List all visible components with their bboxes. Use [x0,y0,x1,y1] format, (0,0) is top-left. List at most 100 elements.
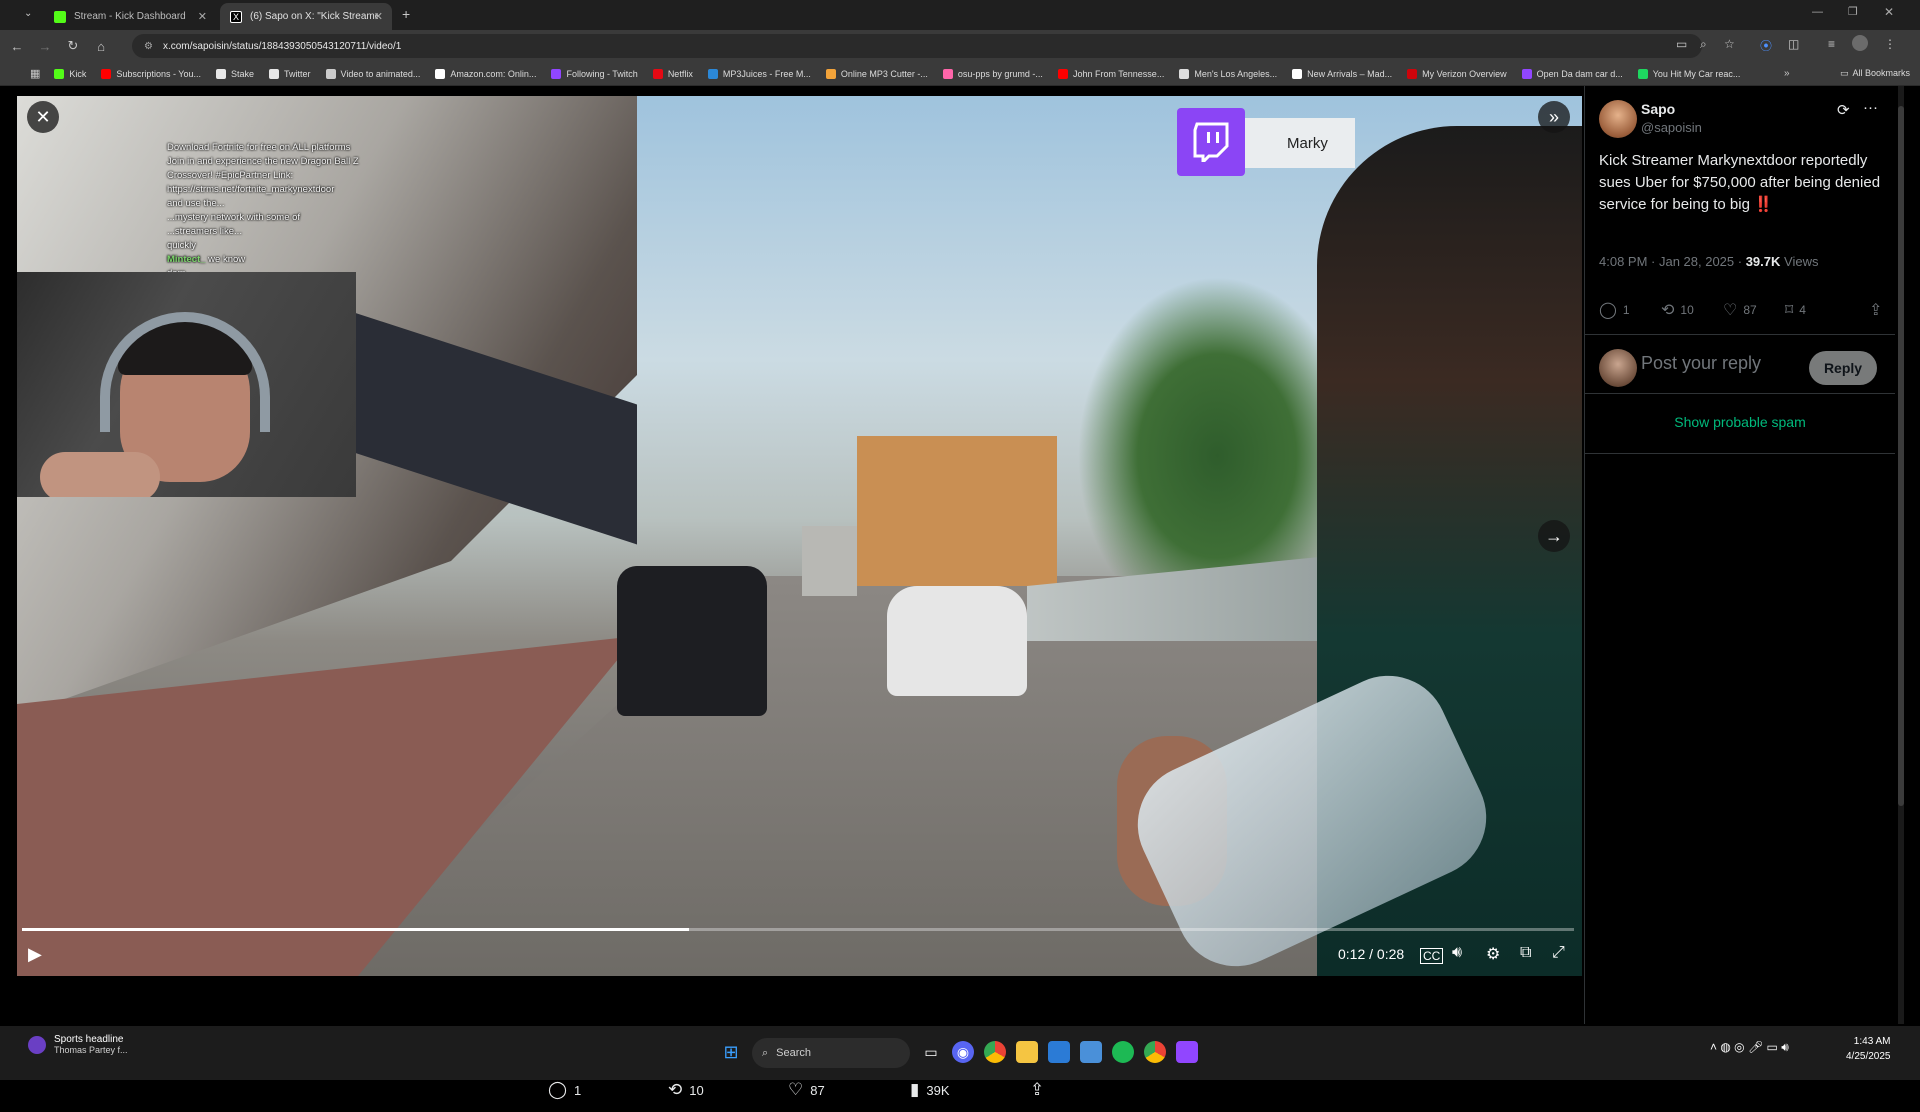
share-action[interactable]: ⇪ [1030,1080,1051,1100]
video-player[interactable]: Download Fortnite for free on ALL platfo… [17,96,1582,976]
puzzle-icon[interactable]: ◫ [1788,37,1799,51]
more-options-icon[interactable]: ··· [1863,99,1878,116]
collapse-sidebar-button[interactable]: » [1538,101,1570,133]
system-tray[interactable]: ˄ ◍ ◎ 🎤︎ ▭ 🔊︎ [1710,1040,1789,1055]
profile-avatar-icon[interactable] [1852,35,1868,51]
all-bookmarks-label: All Bookmarks [1852,68,1910,78]
sidebar-like-button[interactable]: ♡ 87 [1723,300,1757,320]
news-widget[interactable]: Sports headline Thomas Partey f... [28,1034,128,1055]
settings-gear-icon[interactable]: ⚙ [1486,944,1500,964]
bookmark-item[interactable]: Following - Twitch [551,68,638,79]
next-media-button[interactable]: → [1538,520,1570,552]
system-clock[interactable]: 1:43 AM 4/25/2025 [1846,1034,1891,1064]
bookmark-favicon-icon [825,68,836,79]
widget-title: Sports headline [54,1034,124,1045]
reload-icon[interactable]: ↻ [62,38,84,54]
back-icon[interactable]: ← [6,39,28,54]
restore-icon[interactable]: ❐ [1848,5,1858,18]
sidebar-scrollbar[interactable] [1898,86,1904,1024]
task-view-icon[interactable]: ▭ [920,1041,942,1063]
sidebar-repost-button[interactable]: ⟲ 10 [1661,300,1694,320]
scrollbar-thumb[interactable] [1898,106,1904,806]
windows-start-icon[interactable]: ⊞ [720,1041,742,1063]
sidebar-bookmark-button[interactable]: ⌑ 4 [1785,300,1806,320]
file-explorer-icon[interactable] [1016,1041,1038,1063]
taskbar-search[interactable]: ⌕ Search [752,1038,910,1068]
bookmark-item[interactable]: You Hit My Car reac... [1637,68,1740,79]
bookmark-item[interactable]: Open Da dam car d... [1521,68,1623,79]
video-progress-bar[interactable] [22,928,1574,931]
window-close-icon[interactable]: ✕ [1884,5,1894,19]
bookmark-item[interactable]: Online MP3 Cutter -... [825,68,928,79]
zoom-icon[interactable]: ⌕ [1700,37,1707,52]
play-icon[interactable]: ▶ [28,944,42,965]
grok-icon[interactable]: ⟳ [1837,101,1850,119]
reply-input[interactable]: Post your reply [1641,353,1761,374]
sidebar-share-button[interactable]: ⇪ [1869,300,1888,320]
picture-in-picture-icon[interactable]: ⧉ [1520,944,1531,962]
bookmark-label: Men's Los Angeles... [1194,68,1278,79]
close-icon[interactable]: ✕ [374,10,383,23]
menu-dots-icon[interactable]: ⋮ [1884,37,1896,51]
apps-grid-icon[interactable]: ▦ [30,67,40,80]
bookmark-item[interactable]: Netflix [652,68,693,79]
ring-app-icon[interactable] [1080,1041,1102,1063]
bookmark-item[interactable]: Amazon.com: Onlin... [435,68,536,79]
all-bookmarks[interactable]: ▭ All Bookmarks [1840,68,1910,79]
post-text: Kick Streamer Markynextdoor reportedly s… [1599,150,1885,216]
install-icon[interactable]: ▭ [1676,37,1687,51]
extension-icon[interactable]: ⦿ [1760,37,1772,54]
sidebar-repost-count: 10 [1680,303,1694,317]
bookmark-item[interactable]: Twitter [269,68,311,79]
reply-button[interactable]: Reply [1809,351,1877,385]
volume-icon[interactable]: 🔊︎ [1452,944,1462,962]
chrome-icon[interactable] [984,1041,1006,1063]
bookmark-item[interactable]: New Arrivals – Mad... [1292,68,1392,79]
repost-count: 10 [689,1082,704,1098]
show-spam-link[interactable]: Show probable spam [1585,414,1895,430]
views-action[interactable]: ▮ 39K [910,1080,950,1100]
chat-text: ...mystery network with some of [167,212,301,223]
author-avatar[interactable] [1599,100,1637,138]
bookmark-favicon-icon [1179,68,1190,79]
tab-search-icon[interactable]: ⌄ [24,8,32,19]
twitch-overlay-name: Marky [1245,118,1355,168]
repost-icon: ⟲ [1661,302,1675,319]
captions-icon[interactable]: CC [1420,948,1444,964]
home-icon[interactable]: ⌂ [90,39,112,54]
author-name[interactable]: Sapo [1641,101,1675,117]
tab-kick-dashboard[interactable]: Stream - Kick Dashboard ✕ [44,3,216,30]
photos-icon[interactable] [1048,1041,1070,1063]
reply-action[interactable]: ◯ 1 [548,1080,581,1100]
author-handle[interactable]: @sapoisin [1641,120,1702,135]
chrome-profile-icon[interactable] [1144,1041,1166,1063]
post-timestamp[interactable]: 4:08 PM · Jan 28, 2025 · [1599,254,1746,269]
bookmark-item[interactable]: Men's Los Angeles... [1179,68,1278,79]
site-info-icon[interactable]: ⚙ [144,41,153,52]
bookmark-item[interactable]: osu-pps by grumd -... [942,68,1043,79]
sidebar-reply-button[interactable]: ◯ 1 [1599,300,1630,320]
bookmark-item[interactable]: MP3Juices - Free M... [707,68,811,79]
new-tab-icon[interactable]: + [402,6,410,22]
like-action[interactable]: ♡ 87 [788,1080,825,1100]
tab-sapo-post[interactable]: X (6) Sapo on X: "Kick Streamer M ✕ [220,3,392,30]
bookmark-item[interactable]: Video to animated... [325,68,420,79]
repost-action[interactable]: ⟲ 10 [668,1080,704,1100]
close-media-button[interactable]: ✕ [27,101,59,133]
close-icon[interactable]: ✕ [198,10,207,23]
address-bar[interactable]: ⚙ x.com/sapoisin/status/1884393050543120… [132,34,1702,58]
bookmark-item[interactable]: My Verizon Overview [1407,68,1507,79]
more-bookmarks-icon[interactable]: » [1784,68,1790,79]
spotify-icon[interactable] [1112,1041,1134,1063]
discord-icon[interactable]: ◉ [952,1041,974,1063]
fullscreen-icon[interactable]: ⤢ [1552,944,1565,962]
bookmark-item[interactable]: Kick [54,68,86,79]
forward-icon[interactable]: → [34,39,56,54]
minimize-icon[interactable]: — [1812,6,1823,18]
bookmark-item[interactable]: John From Tennesse... [1057,68,1164,79]
bookmark-star-icon[interactable]: ☆ [1724,37,1735,51]
bookmark-item[interactable]: Subscriptions - You... [101,68,201,79]
twitch-app-icon[interactable] [1176,1041,1198,1063]
media-icon[interactable]: ≡ [1828,37,1835,51]
bookmark-item[interactable]: Stake [215,68,254,79]
